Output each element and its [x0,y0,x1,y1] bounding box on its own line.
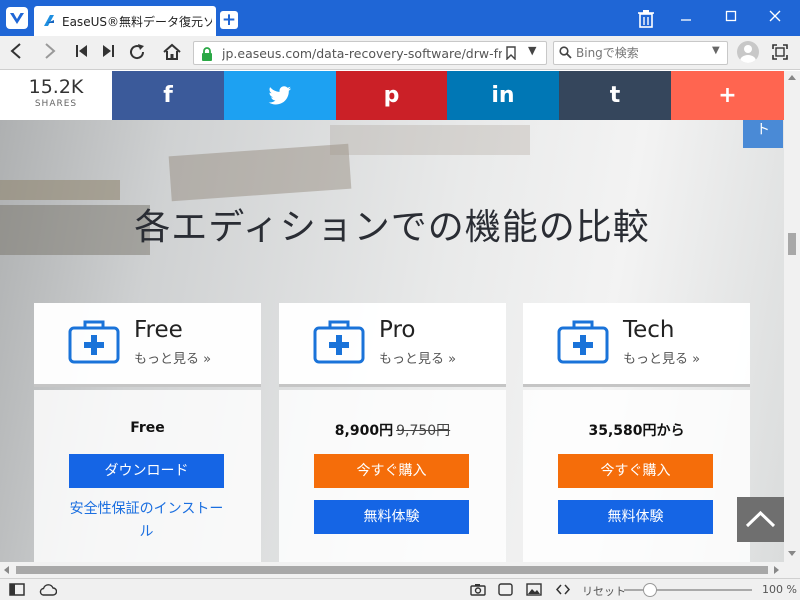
scroll-to-top-button[interactable] [737,497,784,542]
new-tab-button[interactable]: + [220,11,238,29]
facebook-share-button[interactable]: f [112,71,224,120]
edition-name: Tech [623,317,675,343]
shares-counter: 15.2K SHARES [0,71,112,120]
more-link[interactable]: もっと見る » [379,348,456,367]
reload-button[interactable] [127,43,147,63]
fast-forward-button[interactable] [98,43,118,63]
buy-now-button[interactable]: 今すぐ購入 [314,454,469,488]
scroll-down-arrow-icon[interactable] [788,551,796,556]
buy-now-button[interactable]: 今すぐ購入 [558,454,713,488]
edition-price: 8,900円 9,750円 [279,420,506,440]
back-button[interactable] [6,43,26,63]
zoom-reset-button[interactable]: リセット [582,583,626,599]
camera-icon[interactable] [470,583,486,596]
vertical-scroll-thumb[interactable] [788,233,796,255]
page-title: 各エディションでの機能の比較 [134,207,650,248]
url-field[interactable]: jp.easeus.com/data-recovery-software/drw… [193,41,547,65]
free-trial-button[interactable]: 無料体験 [558,500,713,534]
current-price: 8,900円 [334,423,394,439]
toolbox-icon [557,320,609,364]
forward-button[interactable] [40,43,60,63]
vivaldi-menu-icon[interactable] [6,7,28,29]
edition-price: Free [130,420,165,436]
more-link[interactable]: もっと見る » [623,348,700,367]
easeus-favicon-icon [44,15,54,26]
profile-avatar-icon[interactable] [737,41,759,63]
more-share-button[interactable]: + [671,71,784,120]
rewind-button[interactable] [72,43,92,63]
twitter-share-button[interactable] [224,71,336,120]
card-body: Free ダウンロード 安全性保証のインストール [34,390,261,562]
side-floating-tab[interactable]: ト [743,120,783,148]
bookmark-icon[interactable] [506,46,516,60]
facebook-icon: f [163,83,173,108]
card-body: 8,900円 9,750円 今すぐ購入 無料体験 [279,390,506,562]
toolbox-icon [68,320,120,364]
linkedin-share-button[interactable]: in [447,71,559,120]
tumblr-share-button[interactable]: t [559,71,671,120]
search-engine-dropdown-icon[interactable]: ▼ [712,45,720,56]
edition-name: Pro [379,317,416,343]
shares-count: 15.2K [28,76,84,98]
search-icon [559,46,572,59]
card-header[interactable]: Free もっと見る » [34,303,261,387]
search-input[interactable] [576,45,706,61]
url-text: jp.easeus.com/data-recovery-software/drw… [222,46,502,61]
tab-easeus[interactable]: EaseUS®無料データ復元ソフト [34,6,216,36]
scroll-left-arrow-icon[interactable] [4,566,9,574]
edition-card-free: Free もっと見る » Free ダウンロード 安全性保証のインストール [34,303,261,562]
tab-title: EaseUS®無料データ復元ソフト [62,15,212,29]
more-link[interactable]: もっと見る » [134,348,211,367]
safe-install-link[interactable]: 安全性保証のインストール [69,498,224,544]
tumblr-icon: t [609,83,621,108]
zoom-level: 100 % [762,583,797,596]
code-icon[interactable] [556,583,570,596]
edition-price: 35,580円から [588,423,685,439]
edition-card-pro: Pro もっと見る » 8,900円 9,750円 今すぐ購入 無料体験 [279,303,506,562]
scroll-right-arrow-icon[interactable] [774,566,779,574]
card-header[interactable]: Tech もっと見る » [523,303,750,387]
old-price: 9,750円 [396,423,451,439]
search-field[interactable]: ▼ [553,41,728,65]
close-button[interactable] [762,8,788,28]
linkedin-icon: in [491,83,515,108]
pinterest-share-button[interactable]: p [336,71,447,120]
minimize-button[interactable] [673,8,699,28]
address-toolbar: jp.easeus.com/data-recovery-software/drw… [0,36,800,70]
pinterest-icon: p [383,83,400,108]
card-header[interactable]: Pro もっと見る » [279,303,506,387]
free-trial-button[interactable]: 無料体験 [314,500,469,534]
status-bar: リセット 100 % [0,578,800,600]
url-dropdown-icon[interactable]: ▼ [528,44,536,57]
twitter-icon [268,86,292,105]
plus-icon: + [718,83,737,108]
horizontal-scroll-thumb[interactable] [16,566,768,574]
vertical-scrollbar[interactable] [784,71,800,562]
edition-name: Free [134,317,183,343]
cloud-sync-icon[interactable] [39,583,57,596]
home-button[interactable] [162,43,182,63]
horizontal-scrollbar[interactable] [0,562,784,578]
toolbox-icon [313,320,365,364]
edition-card-tech: Tech もっと見る » 35,580円から 今すぐ購入 無料体験 [523,303,750,562]
shares-label: SHARES [34,99,78,109]
page-viewport: 15.2K SHARES f p in t + ト 各エディションでの機能の比較… [0,71,784,562]
card-body: 35,580円から 今すぐ購入 無料体験 [523,390,750,562]
panel-toggle-icon[interactable] [9,583,25,596]
download-button[interactable]: ダウンロード [69,454,224,488]
capture-icon[interactable] [772,44,788,60]
page-tiling-icon[interactable] [498,583,513,596]
title-bar: EaseUS®無料データ復元ソフト + [0,0,800,36]
lock-icon [202,47,212,61]
image-icon[interactable] [526,583,542,596]
scroll-up-arrow-icon[interactable] [788,75,796,80]
maximize-button[interactable] [718,8,744,28]
zoom-slider-thumb[interactable] [643,583,657,597]
trash-icon[interactable] [638,10,654,28]
scrollbar-corner [784,562,800,578]
chevron-up-icon [745,510,776,528]
